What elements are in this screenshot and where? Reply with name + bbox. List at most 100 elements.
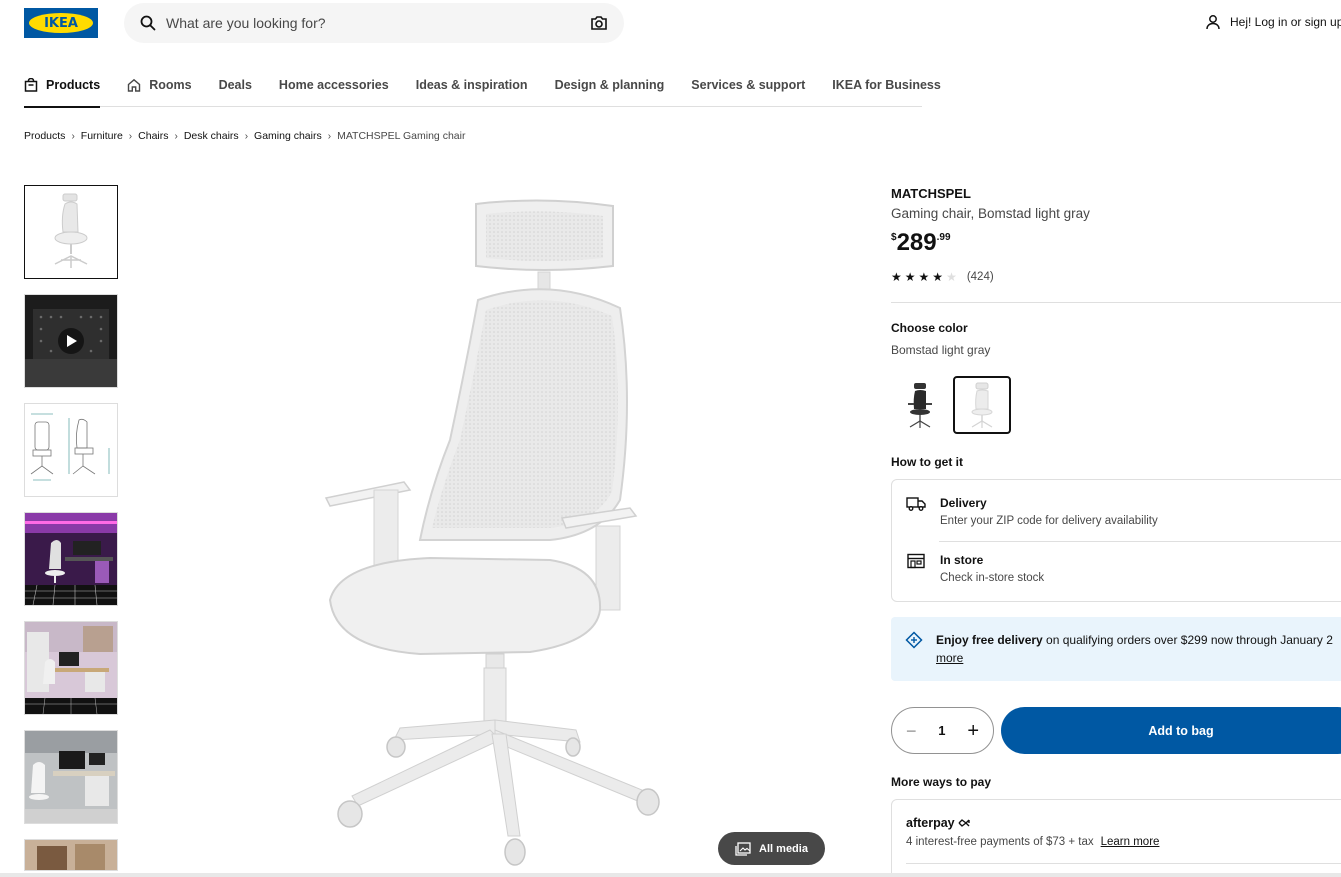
chair-thumbnail-image [25, 186, 117, 278]
price-decimal: .99 [936, 232, 951, 243]
main-product-image[interactable] [300, 190, 680, 870]
room-pink-thumbnail-image [25, 513, 117, 605]
nav-products[interactable]: Products [24, 63, 101, 108]
how-to-get-it-label: How to get it [891, 455, 963, 469]
promo-more-link[interactable]: more [936, 649, 963, 667]
nav-ideas-inspiration[interactable]: Ideas & inspiration [416, 63, 528, 107]
dimensions-thumbnail-image [25, 404, 117, 496]
nav-services-support[interactable]: Services & support [691, 63, 805, 107]
delivery-option[interactable]: Delivery Enter your ZIP code for deliver… [906, 496, 1158, 527]
breadcrumb-products[interactable]: Products [24, 130, 65, 142]
media-icon [735, 841, 751, 856]
chevron-right-icon: › [327, 130, 332, 142]
in-store-subtitle: Check in-store stock [940, 572, 1045, 584]
all-media-button[interactable]: All media [718, 832, 825, 865]
add-to-bag-button[interactable]: Add to bag [1001, 707, 1341, 754]
color-option-light-gray[interactable] [953, 376, 1011, 434]
gray-chair-swatch-image [971, 382, 993, 428]
nav-home-accessories[interactable]: Home accessories [279, 63, 389, 107]
free-delivery-promo: Enjoy free delivery on qualifying orders… [891, 617, 1341, 681]
thumbnail-video[interactable] [24, 294, 118, 388]
chevron-right-icon: › [244, 130, 249, 142]
nav-products-label: Products [46, 77, 101, 92]
thumbnail-list [24, 185, 118, 877]
learn-more-link[interactable]: Learn more [1101, 836, 1160, 848]
star-icon: ★ [918, 270, 930, 284]
gaming-chair-image [324, 199, 660, 866]
page-bottom-edge [0, 873, 1341, 877]
add-to-bag-label: Add to bag [1148, 723, 1214, 738]
nav-rooms-label: Rooms [149, 77, 192, 92]
tag-icon [905, 631, 923, 649]
login-label: Hej! Log in or sign up [1230, 15, 1341, 29]
decrease-button[interactable]: − [906, 722, 917, 740]
search-bar[interactable] [124, 3, 624, 43]
black-chair-swatch-image [908, 383, 932, 428]
rating-count: (424) [966, 271, 994, 283]
breadcrumb-current: MATCHSPEL Gaming chair [337, 130, 466, 142]
afterpay-line: 4 interest-free payments of $73 + tax [906, 836, 1094, 848]
truck-icon [906, 497, 926, 511]
quantity-stepper: − 1 + [891, 707, 994, 754]
video-thumbnail-image [25, 295, 117, 387]
thumbnail-dimensions[interactable] [24, 403, 118, 497]
fulfillment-options: Delivery Enter your ZIP code for deliver… [891, 479, 1341, 602]
in-store-option[interactable]: In store Check in-store stock [906, 553, 1044, 584]
selected-color-value: Bomstad light gray [891, 343, 991, 357]
thumbnail-product[interactable] [24, 185, 118, 279]
product-rating[interactable]: ★ ★ ★ ★ ★ (424) [891, 271, 994, 283]
afterpay-label: afterpay [906, 816, 955, 830]
nav-design-planning[interactable]: Design & planning [555, 63, 665, 107]
chevron-right-icon: › [71, 130, 75, 142]
breadcrumb-chairs[interactable]: Chairs [138, 130, 168, 142]
delivery-subtitle: Enter your ZIP code for delivery availab… [940, 515, 1158, 527]
increase-button[interactable]: + [967, 721, 979, 741]
breadcrumb: Products › Furniture › Chairs › Desk chairs… [24, 130, 465, 142]
user-icon [1206, 15, 1220, 30]
afterpay-arrows-icon [958, 819, 970, 827]
afterpay-description: 4 interest-free payments of $73 + tax Lea… [906, 836, 1159, 848]
nav-ideas-label: Ideas & inspiration [415, 77, 528, 92]
store-icon [907, 553, 925, 569]
choose-color-label: Choose color [891, 321, 968, 335]
nav-ikea-business[interactable]: IKEA for Business [832, 63, 941, 107]
afterpay-logo: afterpay [906, 816, 971, 830]
star-empty-icon: ★ [946, 270, 957, 284]
search-input[interactable] [166, 15, 590, 31]
nav-rooms[interactable]: Rooms [127, 63, 192, 107]
breadcrumb-desk-chairs[interactable]: Desk chairs [184, 130, 239, 142]
breadcrumb-furniture[interactable]: Furniture [81, 130, 123, 142]
thumbnail-room-desk[interactable] [24, 621, 118, 715]
bag-icon [24, 77, 38, 92]
camera-icon[interactable] [590, 15, 608, 31]
product-price: $ 289 .99 [891, 228, 951, 258]
divider [939, 541, 1341, 542]
nav-deals[interactable]: Deals [219, 63, 252, 107]
ikea-logo[interactable]: IKEA [24, 8, 98, 38]
thumbnail-room-gray[interactable] [24, 730, 118, 824]
nav-business-label: IKEA for Business [832, 77, 941, 92]
nav-services-label: Services & support [691, 77, 806, 92]
star-icon: ★ [904, 270, 916, 284]
star-icon: ★ [891, 270, 902, 284]
thumbnail-partial[interactable] [24, 839, 118, 871]
product-name: MATCHSPEL [891, 186, 971, 201]
main-nav: Products Rooms Deals Home accessories Id… [24, 63, 941, 108]
more-ways-to-pay-label: More ways to pay [891, 775, 992, 789]
logo-oval: IKEA [29, 13, 93, 33]
logo-text: IKEA [44, 15, 78, 31]
nav-design-label: Design & planning [554, 77, 665, 92]
promo-bold: Enjoy free delivery [936, 633, 1043, 647]
login-link[interactable]: Hej! Log in or sign up [1205, 14, 1341, 30]
quantity-value: 1 [938, 723, 946, 738]
delivery-title: Delivery [940, 496, 987, 510]
nav-home-accessories-label: Home accessories [278, 77, 389, 92]
nav-deals-label: Deals [218, 77, 252, 92]
in-store-title: In store [940, 553, 984, 567]
star-icon: ★ [932, 270, 944, 284]
breadcrumb-gaming-chairs[interactable]: Gaming chairs [254, 130, 322, 142]
thumbnail-room-pink[interactable] [24, 512, 118, 606]
color-option-black[interactable] [891, 376, 949, 434]
price-integer: 289 [896, 229, 937, 256]
all-media-label: All media [759, 842, 808, 855]
